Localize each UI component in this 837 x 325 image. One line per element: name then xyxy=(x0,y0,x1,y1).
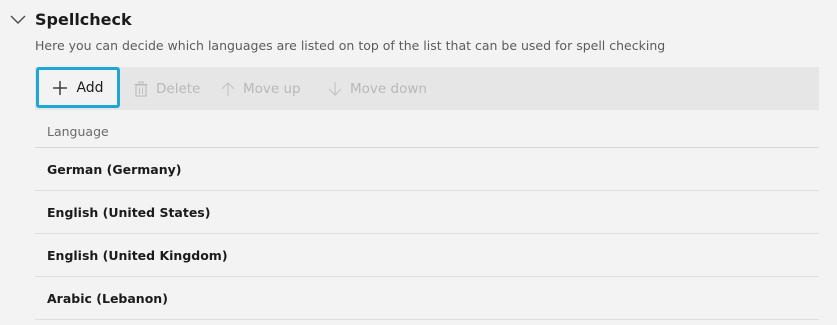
move-down-button-label: Move down xyxy=(350,80,427,97)
language-name: English (United Kingdom) xyxy=(47,247,228,263)
section-description: Here you can decide which languages are … xyxy=(35,38,666,53)
toolbar: Add Delete Move up Move down xyxy=(35,67,819,110)
language-list: German (Germany) English (United States)… xyxy=(35,148,819,320)
arrow-down-icon xyxy=(328,81,342,96)
section-title: Spellcheck xyxy=(35,10,132,29)
move-up-button[interactable]: Move up xyxy=(220,67,301,110)
language-name: Arabic (Lebanon) xyxy=(47,290,168,306)
plus-icon xyxy=(53,80,68,95)
move-down-button[interactable]: Move down xyxy=(327,67,427,110)
table-row[interactable]: Arabic (Lebanon) xyxy=(35,277,819,320)
table-row[interactable]: English (United States) xyxy=(35,191,819,234)
language-name: German (Germany) xyxy=(47,161,182,177)
table-row[interactable]: English (United Kingdom) xyxy=(35,234,819,277)
column-header-language[interactable]: Language xyxy=(47,124,109,139)
delete-button-label: Delete xyxy=(156,80,201,97)
add-button-label: Add xyxy=(76,79,104,96)
language-name: English (United States) xyxy=(47,204,211,220)
chevron-down-icon[interactable] xyxy=(10,14,26,26)
move-up-button-label: Move up xyxy=(243,80,301,97)
add-button[interactable]: Add xyxy=(36,67,120,108)
delete-button[interactable]: Delete xyxy=(133,67,200,110)
table-row[interactable]: German (Germany) xyxy=(35,148,819,191)
trash-icon xyxy=(134,80,148,97)
section-header[interactable]: Spellcheck xyxy=(0,0,837,36)
arrow-up-icon xyxy=(221,81,235,96)
